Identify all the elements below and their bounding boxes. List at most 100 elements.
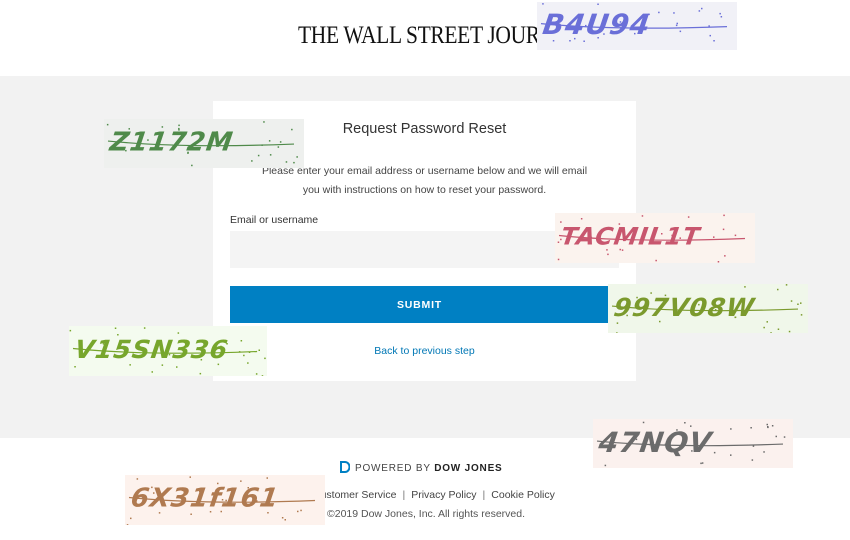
captcha-speckle — [552, 40, 555, 42]
captcha-speckle — [560, 238, 562, 241]
captcha-speckle — [648, 13, 650, 16]
captcha-speckle — [178, 129, 180, 131]
customer-service-link[interactable]: Customer Service — [313, 489, 396, 501]
cookie-policy-link[interactable]: Cookie Policy — [491, 489, 555, 501]
captcha-speckle — [177, 332, 180, 334]
captcha-speckle — [616, 322, 619, 324]
privacy-policy-link[interactable]: Privacy Policy — [411, 489, 476, 501]
link-divider: | — [482, 489, 486, 501]
powered-by-label: POWERED BY — [355, 463, 431, 474]
captcha-speckle — [176, 366, 178, 368]
captcha-speckle — [263, 121, 265, 123]
captcha-speckle — [783, 436, 786, 438]
captcha-speckle — [691, 450, 693, 452]
captcha-noise — [540, 3, 728, 42]
captcha-speckle — [255, 373, 258, 375]
captcha-speckle — [217, 363, 220, 366]
captcha-speckle — [564, 228, 566, 231]
captcha-speckle — [209, 511, 212, 513]
captcha-noise — [557, 214, 746, 263]
wsj-logo[interactable]: THE WALL STREET JOURNA — [298, 22, 570, 50]
captcha-speckle — [607, 253, 609, 256]
captcha-speckle — [738, 301, 741, 303]
captcha-speckle — [701, 462, 704, 464]
powered-by: POWERED BY DOW JONES — [340, 461, 503, 474]
captcha-speckle — [675, 24, 678, 27]
captcha-speckle — [790, 300, 793, 302]
captcha-speckle — [711, 307, 713, 309]
captcha-speckle — [143, 327, 146, 329]
captcha-speckle — [800, 302, 802, 304]
captcha-speckle — [684, 422, 686, 424]
captcha-speckle — [216, 131, 218, 133]
captcha-speckle — [734, 234, 737, 237]
captcha-overlay: Z1172M — [104, 119, 304, 168]
captcha-speckle — [642, 421, 645, 424]
dow-jones-brand: DOW JONES — [434, 463, 503, 474]
captcha-speckle — [730, 428, 732, 430]
captcha-speckle — [220, 510, 222, 513]
captcha-speckle — [240, 340, 243, 342]
captcha-speckle — [256, 500, 258, 502]
captcha-speckle — [618, 223, 621, 225]
captcha-speckle — [130, 517, 132, 520]
captcha-speckle — [649, 443, 651, 446]
captcha-strike-line — [611, 305, 799, 312]
captcha-speckle — [199, 372, 202, 375]
email-label: Email or username — [230, 214, 319, 226]
captcha-speckle — [719, 12, 721, 15]
instructions-text: Please enter your email address or usern… — [261, 165, 588, 196]
captcha-speckle — [279, 141, 282, 143]
captcha-speckle — [583, 40, 585, 42]
captcha-speckle — [102, 343, 105, 345]
captcha-speckle — [785, 284, 788, 286]
captcha-overlay: 997V08W — [608, 284, 808, 333]
captcha-overlay: V15SN336 — [69, 326, 267, 376]
captcha-speckle — [277, 146, 280, 148]
captcha-speckle — [679, 237, 681, 239]
captcha-strike-line — [596, 440, 784, 447]
captcha-speckle — [178, 124, 180, 127]
captcha-speckle — [751, 459, 754, 461]
captcha-speckle — [151, 486, 153, 489]
captcha-speckle — [569, 40, 571, 42]
captcha-speckle — [687, 216, 690, 218]
captcha-speckle — [752, 445, 755, 447]
captcha-speckle — [247, 487, 249, 489]
back-link[interactable]: Back to previous step — [213, 345, 636, 357]
captcha-speckle — [634, 32, 636, 35]
captcha-speckle — [226, 343, 228, 345]
captcha-speckle — [114, 327, 117, 329]
captcha-speckle — [619, 248, 621, 251]
captcha-speckle — [191, 164, 193, 167]
captcha-speckle — [269, 154, 272, 156]
captcha-speckle — [664, 443, 667, 446]
captcha-speckle — [777, 288, 779, 291]
captcha-overlay: TACMIL1T — [555, 213, 755, 263]
captcha-speckle — [714, 309, 717, 311]
captcha-speckle — [767, 426, 769, 428]
captcha-speckle — [126, 524, 129, 525]
captcha-speckle — [128, 128, 130, 130]
captcha-speckle — [651, 449, 653, 451]
captcha-speckle — [158, 512, 161, 514]
captcha-speckle — [641, 215, 644, 217]
captcha-speckle — [293, 161, 295, 164]
captcha-speckle — [733, 311, 735, 313]
link-divider: | — [402, 489, 406, 501]
submit-button[interactable]: SUBMIT — [230, 286, 609, 323]
captcha-speckle — [125, 149, 127, 152]
captcha-speckle — [616, 17, 619, 19]
captcha-speckle — [679, 30, 682, 33]
captcha-speckle — [248, 351, 251, 353]
captcha-strike-line — [107, 140, 295, 147]
captcha-speckle — [606, 249, 608, 251]
captcha-speckle — [626, 314, 628, 317]
captcha-speckle — [655, 259, 657, 262]
captcha-speckle — [777, 328, 780, 330]
captcha-speckle — [557, 241, 560, 243]
captcha-speckle — [557, 258, 560, 261]
captcha-speckle — [243, 354, 245, 357]
captcha-speckle — [212, 134, 215, 137]
captcha-speckle — [291, 128, 293, 131]
